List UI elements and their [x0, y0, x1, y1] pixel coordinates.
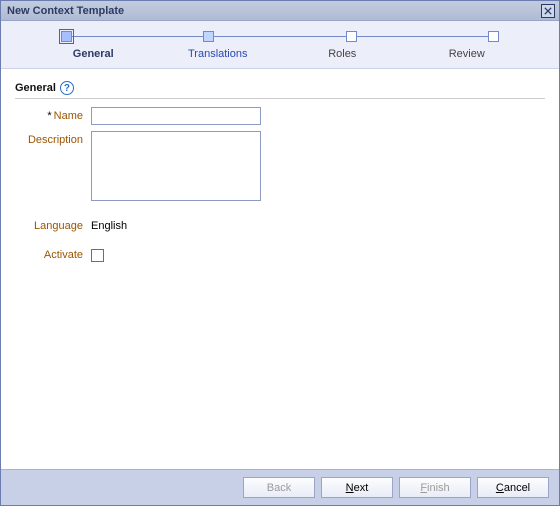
step-label-general[interactable]: General: [31, 48, 156, 60]
step-indicators: [61, 31, 499, 42]
step-label-roles: Roles: [280, 48, 405, 60]
window-title: New Context Template: [7, 5, 124, 17]
wizard-steps: General Translations Roles Review: [1, 21, 559, 69]
next-button[interactable]: Next: [321, 477, 393, 498]
close-button[interactable]: [541, 4, 555, 18]
step-labels: General Translations Roles Review: [31, 48, 529, 60]
back-button: Back: [243, 477, 315, 498]
finish-button: Finish: [399, 477, 471, 498]
row-activate: Activate: [15, 246, 545, 262]
cancel-button[interactable]: Cancel: [477, 477, 549, 498]
step-connector-line: [69, 36, 491, 37]
titlebar: New Context Template: [1, 1, 559, 21]
name-input[interactable]: [91, 107, 261, 125]
step-box-review[interactable]: [488, 31, 499, 42]
description-label: Description: [15, 131, 91, 146]
step-label-translations[interactable]: Translations: [156, 48, 281, 60]
content-area: General ? *Name Description Language Eng…: [1, 69, 559, 280]
step-box-translations[interactable]: [203, 31, 214, 42]
row-language: Language English: [15, 217, 545, 232]
description-input[interactable]: [91, 131, 261, 201]
language-label: Language: [15, 217, 91, 232]
activate-label: Activate: [15, 246, 91, 261]
activate-checkbox[interactable]: [91, 249, 104, 262]
step-label-review: Review: [405, 48, 530, 60]
section-header: General ?: [15, 81, 545, 99]
row-description: Description: [15, 131, 545, 201]
row-name: *Name: [15, 107, 545, 125]
language-value: English: [91, 217, 127, 232]
help-icon[interactable]: ?: [60, 81, 74, 95]
step-box-general[interactable]: [61, 31, 72, 42]
close-icon: [544, 7, 552, 15]
step-box-roles[interactable]: [346, 31, 357, 42]
name-label: *Name: [15, 107, 91, 122]
section-title: General: [15, 82, 56, 94]
button-bar: Back Next Finish Cancel: [1, 469, 559, 505]
